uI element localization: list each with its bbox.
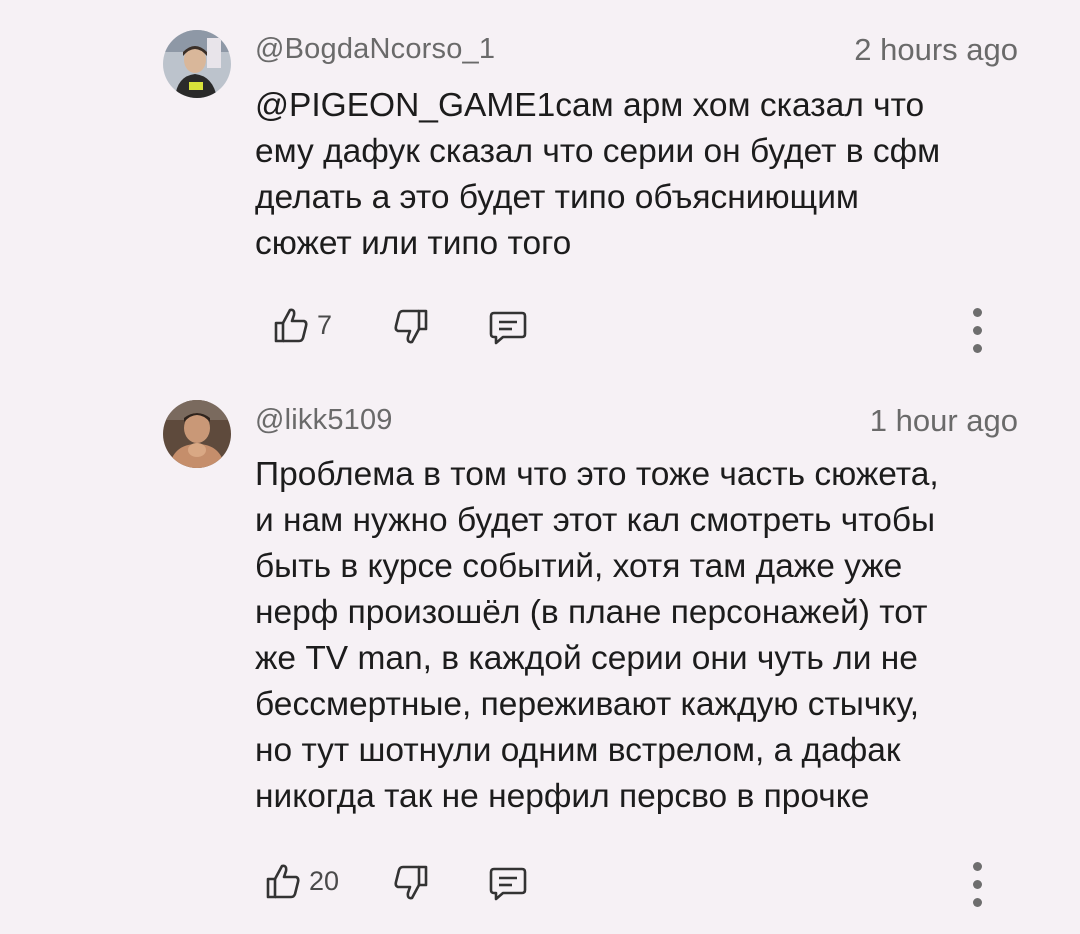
comment-text-line: ему дафук сказал что серии он будет в сф… (255, 133, 941, 170)
comment-author-handle[interactable]: @BogdaNcorso_1 (255, 33, 495, 66)
comment-text-line: и нам нужно будет этот кал смотреть чтоб… (255, 502, 936, 539)
comment-timestamp: 1 hour ago (869, 403, 1018, 438)
comment-text-line: делать а это будет типо объясниющим (255, 179, 859, 216)
reply-button[interactable] (489, 310, 527, 346)
thumbs-down-icon (394, 309, 428, 344)
comment-text-line: сюжет или типо того (255, 225, 572, 262)
user-avatar-man-icon (163, 400, 231, 468)
more-vertical-icon (973, 898, 982, 907)
reply-button[interactable] (489, 866, 527, 902)
comment-author-handle[interactable]: @likk5109 (255, 404, 393, 437)
like-count: 7 (317, 309, 333, 340)
comment-text-line: же TV man, в каждой серии они чуть ли не (255, 640, 918, 677)
more-options-button[interactable] (962, 854, 992, 914)
avatar[interactable] (163, 400, 231, 468)
more-options-button[interactable] (962, 300, 992, 360)
user-avatar-boy-icon (163, 30, 231, 98)
comment-text: @PIGEON_GAME1сам арм хом сказал что ему … (255, 83, 1035, 267)
like-button[interactable]: 7 (273, 306, 332, 344)
comment-text: Проблема в том что это тоже часть сюжета… (255, 452, 1035, 820)
more-vertical-icon (973, 880, 982, 889)
thumbs-up-icon (274, 308, 308, 343)
like-button[interactable]: 20 (265, 862, 339, 900)
more-vertical-icon (973, 326, 982, 335)
comment-timestamp: 2 hours ago (854, 32, 1018, 67)
reply-comment-icon (489, 867, 527, 901)
comment-actions: 20 (255, 850, 1025, 910)
comment-text-line: @PIGEON_GAME1сам арм хом сказал что (255, 87, 925, 124)
more-vertical-icon (973, 344, 982, 353)
comment-actions: 7 (255, 296, 1025, 356)
like-count: 20 (309, 865, 340, 896)
more-vertical-icon (973, 862, 982, 871)
comment-text-line: никогда так не нерфил персво в прочке (255, 778, 870, 815)
comment-text-line: но тут шотнули одним встрелом, а дафак (255, 732, 901, 769)
more-vertical-icon (973, 308, 982, 317)
comment-text-line: быть в курсе событий, хотя там даже уже (255, 548, 903, 585)
comment-text-line: Проблема в том что это тоже часть сюжета… (255, 456, 939, 493)
reply-comment-icon (489, 311, 527, 345)
comments-page: @BogdaNcorso_1 2 hours ago @PIGEON_GAME1… (0, 0, 1080, 934)
avatar[interactable] (163, 30, 231, 98)
comment-text-line: нерф произошёл (в плане персонажей) тот (255, 594, 928, 631)
dislike-button[interactable] (393, 308, 429, 346)
thumbs-down-icon (394, 865, 428, 900)
thumbs-up-icon (266, 864, 300, 899)
dislike-button[interactable] (393, 864, 429, 902)
comment-text-line: бессмертные, переживают каждую стычку, (255, 686, 920, 723)
